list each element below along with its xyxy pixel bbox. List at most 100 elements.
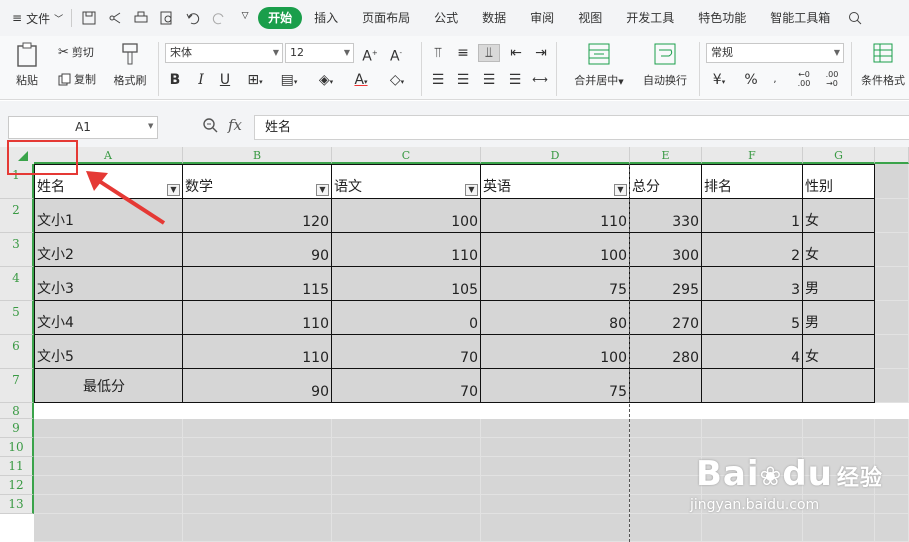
empty-cell[interactable] xyxy=(630,438,702,457)
filter-dropdown-icon[interactable]: ▼ xyxy=(316,184,329,196)
data-row-1-total-cell[interactable]: 330 xyxy=(630,199,702,233)
min-row-total-cell[interactable] xyxy=(630,369,702,403)
align-bottom-icon[interactable]: ⫫ xyxy=(478,44,500,62)
empty-cell[interactable] xyxy=(481,514,630,542)
empty-cell[interactable] xyxy=(183,419,332,438)
row-header-8[interactable]: 8 xyxy=(0,403,34,419)
empty-cell[interactable] xyxy=(875,369,909,403)
data-row-4-english-cell[interactable]: 80 xyxy=(481,301,630,335)
data-row-1-math-cell[interactable]: 120 xyxy=(183,199,332,233)
row-header-3[interactable]: 3 xyxy=(0,233,34,267)
data-row-5-english-cell[interactable]: 100 xyxy=(481,335,630,369)
row-header-11[interactable]: 11 xyxy=(0,457,34,476)
empty-cell[interactable] xyxy=(803,514,875,542)
empty-cell[interactable] xyxy=(34,419,183,438)
empty-cell[interactable] xyxy=(481,419,630,438)
empty-cell[interactable] xyxy=(183,476,332,495)
data-row-1-chinese-cell[interactable]: 100 xyxy=(332,199,481,233)
increase-decimal-icon[interactable]: ←0.00 xyxy=(794,70,814,88)
empty-cell[interactable] xyxy=(183,514,332,542)
tab-smart-toolbox[interactable]: 智能工具箱 xyxy=(758,7,842,29)
empty-cell[interactable] xyxy=(481,438,630,457)
row-header-12[interactable]: 12 xyxy=(0,476,34,495)
data-row-4-gender-cell[interactable]: 男 xyxy=(803,301,875,335)
align-center-icon[interactable]: ☰ xyxy=(455,72,471,88)
tab-developer[interactable]: 开发工具 xyxy=(614,7,686,29)
header-cell-total[interactable]: 总分 xyxy=(630,164,702,199)
data-row-2-rank-cell[interactable]: 2 xyxy=(702,233,803,267)
column-header-g[interactable]: G xyxy=(803,147,875,164)
empty-cell[interactable] xyxy=(481,457,630,476)
empty-cell[interactable] xyxy=(34,457,183,476)
data-row-3-chinese-cell[interactable]: 105 xyxy=(332,267,481,301)
data-row-1-english-cell[interactable]: 110 xyxy=(481,199,630,233)
empty-cell[interactable] xyxy=(332,495,481,514)
data-row-5-chinese-cell[interactable]: 70 xyxy=(332,335,481,369)
font-name-select[interactable]: 宋体 ▼ xyxy=(165,43,283,63)
data-row-1-rank-cell[interactable]: 1 xyxy=(702,199,803,233)
customize-dropdown-icon[interactable]: ▽ xyxy=(238,11,252,25)
border-icon[interactable]: ⊞▾ xyxy=(244,72,266,90)
data-row-4-chinese-cell[interactable]: 0 xyxy=(332,301,481,335)
empty-cell[interactable] xyxy=(183,438,332,457)
decrease-font-icon[interactable]: A- xyxy=(388,45,404,65)
print-preview-icon[interactable] xyxy=(160,11,174,25)
wrap-text-button[interactable]: 自动换行 xyxy=(638,42,692,88)
number-format-select[interactable]: 常规 ▼ xyxy=(706,43,844,63)
tab-home[interactable]: 开始 xyxy=(258,7,303,29)
empty-cell[interactable] xyxy=(34,514,183,542)
fill-color-icon[interactable]: ◈▾ xyxy=(314,72,338,90)
tab-features[interactable]: 特色功能 xyxy=(686,7,758,29)
file-menu[interactable]: ≡ 文件 ﹀ xyxy=(8,6,67,30)
header-cell-rank[interactable]: 排名 xyxy=(702,164,803,199)
search-icon[interactable] xyxy=(848,11,862,25)
empty-cell[interactable] xyxy=(183,457,332,476)
data-row-3-gender-cell[interactable]: 男 xyxy=(803,267,875,301)
min-row-english-cell[interactable]: 75 xyxy=(481,369,630,403)
align-middle-icon[interactable]: ≡ xyxy=(455,45,471,61)
column-header-c[interactable]: C xyxy=(332,147,481,164)
data-row-5-total-cell[interactable]: 280 xyxy=(630,335,702,369)
data-row-2-name-cell[interactable]: 文小2 xyxy=(34,233,183,267)
eraser-icon[interactable]: ◇▾ xyxy=(386,72,408,90)
empty-cell[interactable] xyxy=(183,495,332,514)
data-row-3-english-cell[interactable]: 75 xyxy=(481,267,630,301)
row-header-2[interactable]: 2 xyxy=(0,199,34,233)
row-header-4[interactable]: 4 xyxy=(0,267,34,301)
data-row-5-math-cell[interactable]: 110 xyxy=(183,335,332,369)
align-left-icon[interactable]: ☰ xyxy=(430,72,446,88)
data-row-3-rank-cell[interactable]: 3 xyxy=(702,267,803,301)
column-header-e[interactable]: E xyxy=(630,147,702,164)
row-header-7[interactable]: 7 xyxy=(0,369,34,403)
empty-cell[interactable] xyxy=(630,419,702,438)
redo-icon[interactable] xyxy=(212,11,226,25)
font-size-select[interactable]: 12 ▼ xyxy=(285,43,354,63)
header-cell-chinese[interactable]: 语文 ▼ xyxy=(332,164,481,199)
empty-cell[interactable] xyxy=(34,495,183,514)
data-row-4-total-cell[interactable]: 270 xyxy=(630,301,702,335)
data-row-5-gender-cell[interactable]: 女 xyxy=(803,335,875,369)
font-color-icon[interactable]: A▾ xyxy=(350,72,372,90)
header-cell-english[interactable]: 英语 ▼ xyxy=(481,164,630,199)
data-row-2-english-cell[interactable]: 100 xyxy=(481,233,630,267)
tab-view[interactable]: 视图 xyxy=(566,7,614,29)
formula-input[interactable]: 姓名 xyxy=(254,115,909,140)
name-box-dropdown-icon[interactable]: ▼ xyxy=(148,122,153,130)
italic-icon[interactable]: I xyxy=(193,72,209,88)
filter-dropdown-icon[interactable]: ▼ xyxy=(614,184,627,196)
data-row-5-name-cell[interactable]: 文小5 xyxy=(34,335,183,369)
tab-data[interactable]: 数据 xyxy=(470,7,518,29)
min-row-math-cell[interactable]: 90 xyxy=(183,369,332,403)
empty-cell[interactable] xyxy=(630,457,702,476)
copy-button[interactable]: 复制 xyxy=(58,71,96,87)
row-header-9[interactable]: 9 xyxy=(0,419,34,438)
cut-button[interactable]: ✂ 剪切 xyxy=(58,44,94,60)
column-header-f[interactable]: F xyxy=(702,147,803,164)
underline-icon[interactable]: U xyxy=(217,72,233,88)
tab-review[interactable]: 审阅 xyxy=(518,7,566,29)
data-row-4-rank-cell[interactable]: 5 xyxy=(702,301,803,335)
empty-cell[interactable] xyxy=(875,233,909,267)
percent-icon[interactable]: % xyxy=(742,72,760,88)
empty-cell[interactable] xyxy=(34,438,183,457)
function-icon[interactable]: fx xyxy=(228,116,242,134)
